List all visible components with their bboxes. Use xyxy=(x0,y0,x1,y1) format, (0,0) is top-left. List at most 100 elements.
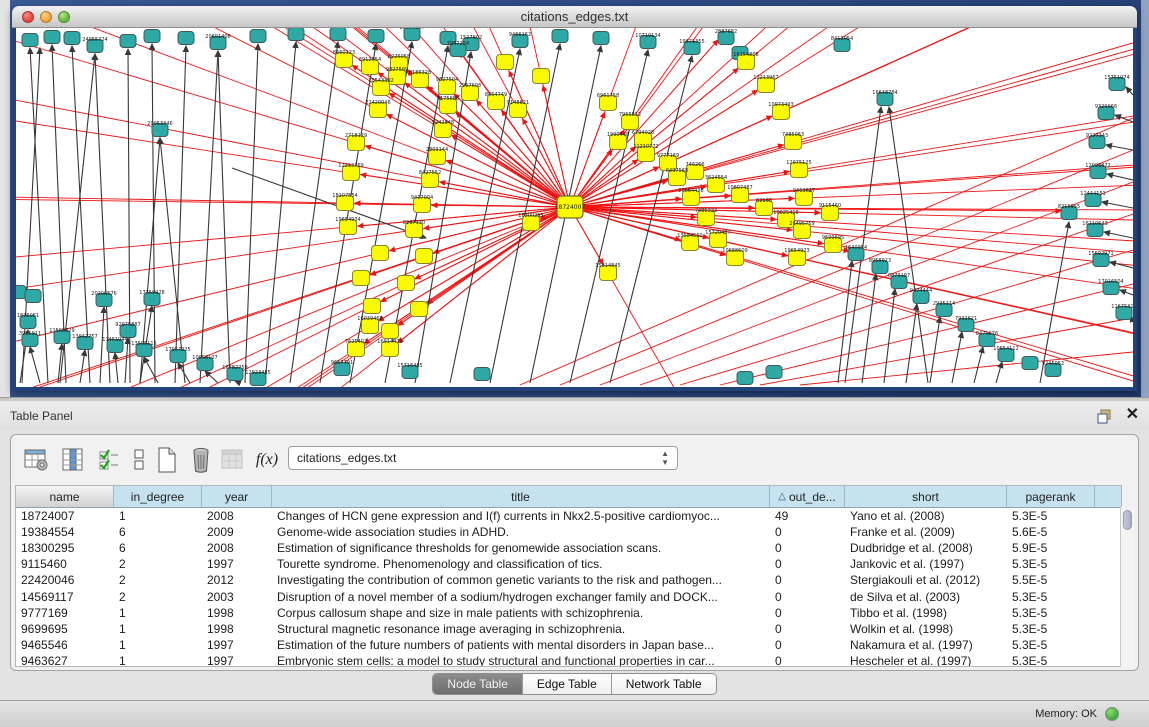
table-cell[interactable]: 1 xyxy=(114,653,202,667)
table-cell[interactable]: 0 xyxy=(770,605,845,621)
graph-node[interactable] xyxy=(22,34,38,47)
table-cell[interactable]: 14569117 xyxy=(16,589,114,605)
new-file-icon[interactable] xyxy=(153,447,181,473)
table-cell[interactable]: 5.3E-5 xyxy=(1007,508,1095,524)
graph-node[interactable] xyxy=(382,324,399,339)
tab-network-table[interactable]: Network Table xyxy=(612,674,716,694)
table-cell[interactable]: 2008 xyxy=(202,540,272,556)
table-cell[interactable]: Hescheler et al. (1997) xyxy=(845,653,1007,667)
table-cell[interactable]: Yano et al. (2008) xyxy=(845,508,1007,524)
graph-node[interactable] xyxy=(497,55,514,70)
table-cell[interactable]: 2009 xyxy=(202,524,272,540)
table-cell[interactable]: Structural magnetic resonance image aver… xyxy=(272,621,770,637)
table-selector-dropdown[interactable]: citations_edges.txt ▲▼ xyxy=(288,446,678,470)
graph-node[interactable] xyxy=(64,32,80,45)
table-scrollbar[interactable] xyxy=(1120,507,1134,667)
table-cell[interactable]: 0 xyxy=(770,556,845,572)
column-header-pagerank[interactable]: pagerank xyxy=(1007,486,1095,507)
graph-node[interactable] xyxy=(120,35,136,48)
tab-edge-table[interactable]: Edge Table xyxy=(523,674,612,694)
table-cell[interactable]: 5.3E-5 xyxy=(1007,637,1095,653)
citation-network-graph[interactable]: 2405572420691406106532571527602946616210… xyxy=(16,28,1133,387)
table-cell[interactable]: 5.3E-5 xyxy=(1007,589,1095,605)
table-cell[interactable]: Corpus callosum shape and size in male p… xyxy=(272,605,770,621)
table-cell[interactable]: 1 xyxy=(114,621,202,637)
table-cell[interactable]: 0 xyxy=(770,572,845,588)
column-header-out_de[interactable]: △out_de... xyxy=(770,486,845,507)
table-cell[interactable]: 5.6E-5 xyxy=(1007,524,1095,540)
delete-icon[interactable] xyxy=(187,447,215,473)
table-cell[interactable]: Disruption of a novel member of a sodium… xyxy=(272,589,770,605)
graph-node[interactable] xyxy=(766,366,782,379)
table-cell[interactable]: Tourette syndrome. Phenomenology and cla… xyxy=(272,556,770,572)
table-cell[interactable]: 0 xyxy=(770,589,845,605)
table-cell[interactable]: Changes of HCN gene expression and I(f) … xyxy=(272,508,770,524)
table-cell[interactable]: de Silva et al. (2003) xyxy=(845,589,1007,605)
table-cell[interactable]: 5.5E-5 xyxy=(1007,572,1095,588)
table-cell[interactable]: 5.3E-5 xyxy=(1007,556,1095,572)
close-icon[interactable]: ✕ xyxy=(1126,406,1139,424)
graph-node[interactable] xyxy=(533,69,550,84)
table-cell[interactable]: 9463627 xyxy=(16,653,114,667)
table-cell[interactable]: 9777169 xyxy=(16,605,114,621)
table-cell[interactable]: Estimation of significance thresholds fo… xyxy=(272,540,770,556)
table-cell[interactable]: 1997 xyxy=(202,637,272,653)
column-header-name[interactable]: name xyxy=(16,486,114,507)
graph-node[interactable] xyxy=(250,30,266,43)
table-row[interactable]: 1938455462009Genome-wide association stu… xyxy=(16,524,1121,540)
table-row[interactable]: 946362711997Embryonic stem cells: a mode… xyxy=(16,653,1121,667)
graph-node[interactable] xyxy=(411,302,428,317)
table-cell[interactable]: Jankovic et al. (1997) xyxy=(845,556,1007,572)
table-cell[interactable]: Wolkin et al. (1998) xyxy=(845,621,1007,637)
network-canvas[interactable]: 2405572420691406106532571527602946616210… xyxy=(16,28,1133,387)
graph-node[interactable] xyxy=(25,290,41,303)
select-columns-icon[interactable] xyxy=(95,447,123,473)
table-cell[interactable]: Estimation of the future numbers of pati… xyxy=(272,637,770,653)
table-cell[interactable]: Embryonic stem cells: a model to study s… xyxy=(272,653,770,667)
table-cell[interactable]: 0 xyxy=(770,621,845,637)
graph-node[interactable] xyxy=(737,372,753,385)
graph-node[interactable] xyxy=(288,28,304,41)
table-cell[interactable]: 2 xyxy=(114,572,202,588)
scrollbar-thumb[interactable] xyxy=(1123,510,1132,530)
graph-node[interactable] xyxy=(44,31,60,44)
graph-node[interactable] xyxy=(330,28,346,41)
table-cell[interactable]: Tibbo et al. (1998) xyxy=(845,605,1007,621)
column-header-title[interactable]: title xyxy=(272,486,770,507)
table-cell[interactable]: 2008 xyxy=(202,508,272,524)
table-row[interactable]: 911546021997Tourette syndrome. Phenomeno… xyxy=(16,556,1121,572)
column-header-year[interactable]: year xyxy=(202,486,272,507)
graph-node[interactable] xyxy=(353,271,370,286)
table-cell[interactable]: 9465546 xyxy=(16,637,114,653)
table-cell[interactable]: Genome-wide association studies in ADHD. xyxy=(272,524,770,540)
table-row[interactable]: 2242004622012Investigating the contribut… xyxy=(16,572,1121,588)
table-settings-icon[interactable] xyxy=(23,447,51,473)
table-cell[interactable]: 0 xyxy=(770,540,845,556)
import-table-icon[interactable] xyxy=(219,447,247,473)
table-cell[interactable]: 6 xyxy=(114,524,202,540)
graph-node[interactable] xyxy=(398,276,415,291)
column-header-in_degree[interactable]: in_degree xyxy=(114,486,202,507)
graph-node[interactable] xyxy=(364,299,381,314)
table-cell[interactable]: 9115460 xyxy=(16,556,114,572)
table-cell[interactable]: 1998 xyxy=(202,605,272,621)
window-titlebar[interactable]: citations_edges.txt xyxy=(12,6,1137,28)
table-cell[interactable]: 1997 xyxy=(202,556,272,572)
table-cell[interactable]: 2012 xyxy=(202,572,272,588)
column-header-short[interactable]: short xyxy=(845,486,1007,507)
table-row[interactable]: 1830029562008Estimation of significance … xyxy=(16,540,1121,556)
table-cell[interactable]: 1998 xyxy=(202,621,272,637)
table-cell[interactable]: 6 xyxy=(114,540,202,556)
memory-ok-indicator[interactable] xyxy=(1105,707,1119,721)
table-cell[interactable]: 49 xyxy=(770,508,845,524)
table-cell[interactable]: 0 xyxy=(770,653,845,667)
table-cell[interactable]: Investigating the contribution of common… xyxy=(272,572,770,588)
table-cell[interactable]: 1 xyxy=(114,605,202,621)
graph-node[interactable] xyxy=(372,246,389,261)
table-cell[interactable]: Dudbridge et al. (2008) xyxy=(845,540,1007,556)
float-window-icon[interactable] xyxy=(1097,408,1113,424)
graph-node[interactable] xyxy=(552,30,568,43)
graph-node[interactable] xyxy=(178,32,194,45)
table-cell[interactable]: 2 xyxy=(114,589,202,605)
table-cell[interactable]: 1 xyxy=(114,508,202,524)
